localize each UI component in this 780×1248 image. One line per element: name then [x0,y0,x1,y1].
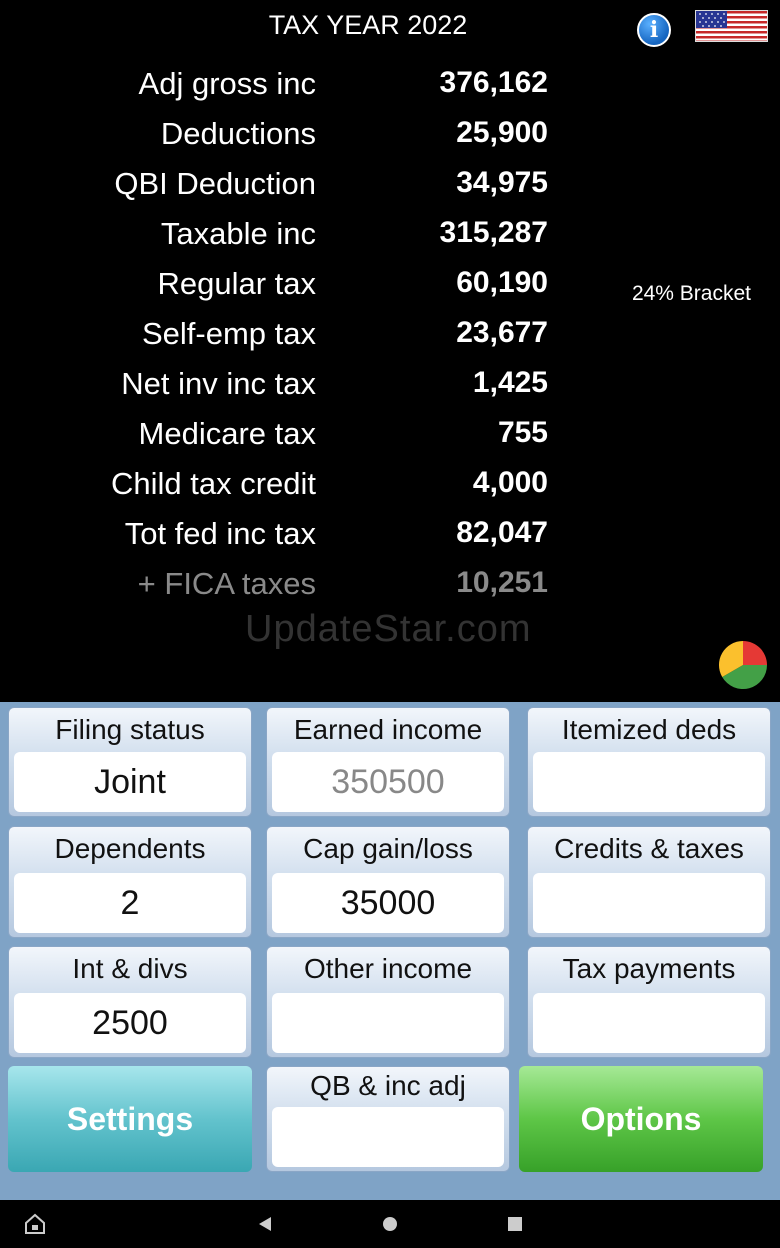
filing-status-label: Filing status [55,714,205,745]
summary-label: Adj gross inc [138,66,316,101]
dependents-label: Dependents [54,833,206,864]
settings-button[interactable]: Settings [8,1066,252,1172]
summary-label: Child tax credit [110,466,316,501]
summary-value: 755 [497,416,548,449]
summary-row-deductions: Deductions 25,900 [0,116,780,166]
summary-label: Net inv inc tax [121,366,316,401]
tax-payments-label: Tax payments [562,953,736,984]
tax-payments-card[interactable]: Tax payments [527,946,771,1058]
credits-taxes-card[interactable]: Credits & taxes [527,826,771,938]
summary-value: 25,900 [456,116,548,149]
credits-taxes-label: Credits & taxes [554,833,744,864]
itemized-deds-card[interactable]: Itemized deds [527,707,771,817]
int-divs-card[interactable]: Int & divs 2500 [8,946,252,1058]
summary-row-agi: Adj gross inc 376,162 [0,66,780,116]
options-button[interactable]: Options [519,1066,763,1172]
summary-row-taxable: Taxable inc 315,287 [0,216,780,266]
summary-value: 315,287 [439,216,548,249]
qb-inc-adj-label: QB & inc adj [310,1070,466,1101]
itemized-deds-label: Itemized deds [561,714,737,745]
summary-label: Regular tax [157,266,316,301]
summary-row-qbi: QBI Deduction 34,975 [0,166,780,216]
qb-inc-adj-card[interactable]: QB & inc adj [266,1066,510,1172]
cap-gain-label: Cap gain/loss [303,833,473,864]
summary-label: Taxable inc [160,216,316,251]
credits-taxes-field[interactable] [533,873,765,933]
summary-row-medicare: Medicare tax 755 [0,416,780,466]
system-nav-bar [0,1200,780,1248]
earned-income-card[interactable]: Earned income 350500 [266,707,510,817]
dependents-card[interactable]: Dependents 2 [8,826,252,938]
home-circle-icon[interactable] [375,1200,405,1248]
earned-income-label: Earned income [293,714,483,745]
summary-label: Deductions [160,116,316,151]
cap-gain-field[interactable]: 35000 [272,873,504,933]
tax-payments-field[interactable] [533,993,765,1053]
pie-chart-icon[interactable] [718,640,768,690]
filing-status-card[interactable]: Filing status Joint [8,707,252,817]
earned-income-field[interactable]: 350500 [272,752,504,812]
int-divs-label: Int & divs [72,953,188,984]
summary-label: Medicare tax [138,416,316,451]
summary-row-self-emp-tax: Self-emp tax 23,677 [0,316,780,366]
summary-label: + FICA taxes [137,566,316,601]
summary-value: 82,047 [456,516,548,549]
summary-value: 1,425 [472,366,548,399]
bracket-label: 24% Bracket [631,282,751,305]
int-divs-field[interactable]: 2500 [14,993,246,1053]
summary-value: 23,677 [456,316,548,349]
summary-value: 376,162 [439,66,548,99]
home-lock-icon[interactable] [20,1200,50,1248]
back-triangle-icon[interactable] [250,1200,280,1248]
qb-inc-adj-field[interactable] [272,1107,504,1167]
info-icon[interactable]: i [637,13,671,47]
summary-value: 4,000 [472,466,548,499]
summary-row-child-credit: Child tax credit 4,000 [0,466,780,516]
other-income-card[interactable]: Other income [266,946,510,1058]
other-income-label: Other income [303,953,473,984]
summary-row-net-inv-tax: Net inv inc tax 1,425 [0,366,780,416]
summary-label: QBI Deduction [114,166,316,201]
dependents-field[interactable]: 2 [14,873,246,933]
summary-label: Self-emp tax [141,316,316,351]
results-area: TAX YEAR 2022 i Adj gross inc 376,162 De… [0,0,780,702]
page-title: TAX YEAR 2022 [268,10,468,40]
itemized-deds-field[interactable] [533,752,765,812]
watermark: UpdateStar.com [245,608,532,650]
cap-gain-card[interactable]: Cap gain/loss 35000 [266,826,510,938]
recents-square-icon[interactable] [500,1200,530,1248]
filing-status-field[interactable]: Joint [14,752,246,812]
us-flag-icon[interactable] [695,10,768,42]
summary-value: 10,251 [456,566,548,599]
other-income-field[interactable] [272,993,504,1053]
summary-value: 34,975 [456,166,548,199]
summary-label: Tot fed inc tax [124,516,316,551]
summary-row-total-fed: Tot fed inc tax 82,047 [0,516,780,566]
summary-value: 60,190 [456,266,548,299]
